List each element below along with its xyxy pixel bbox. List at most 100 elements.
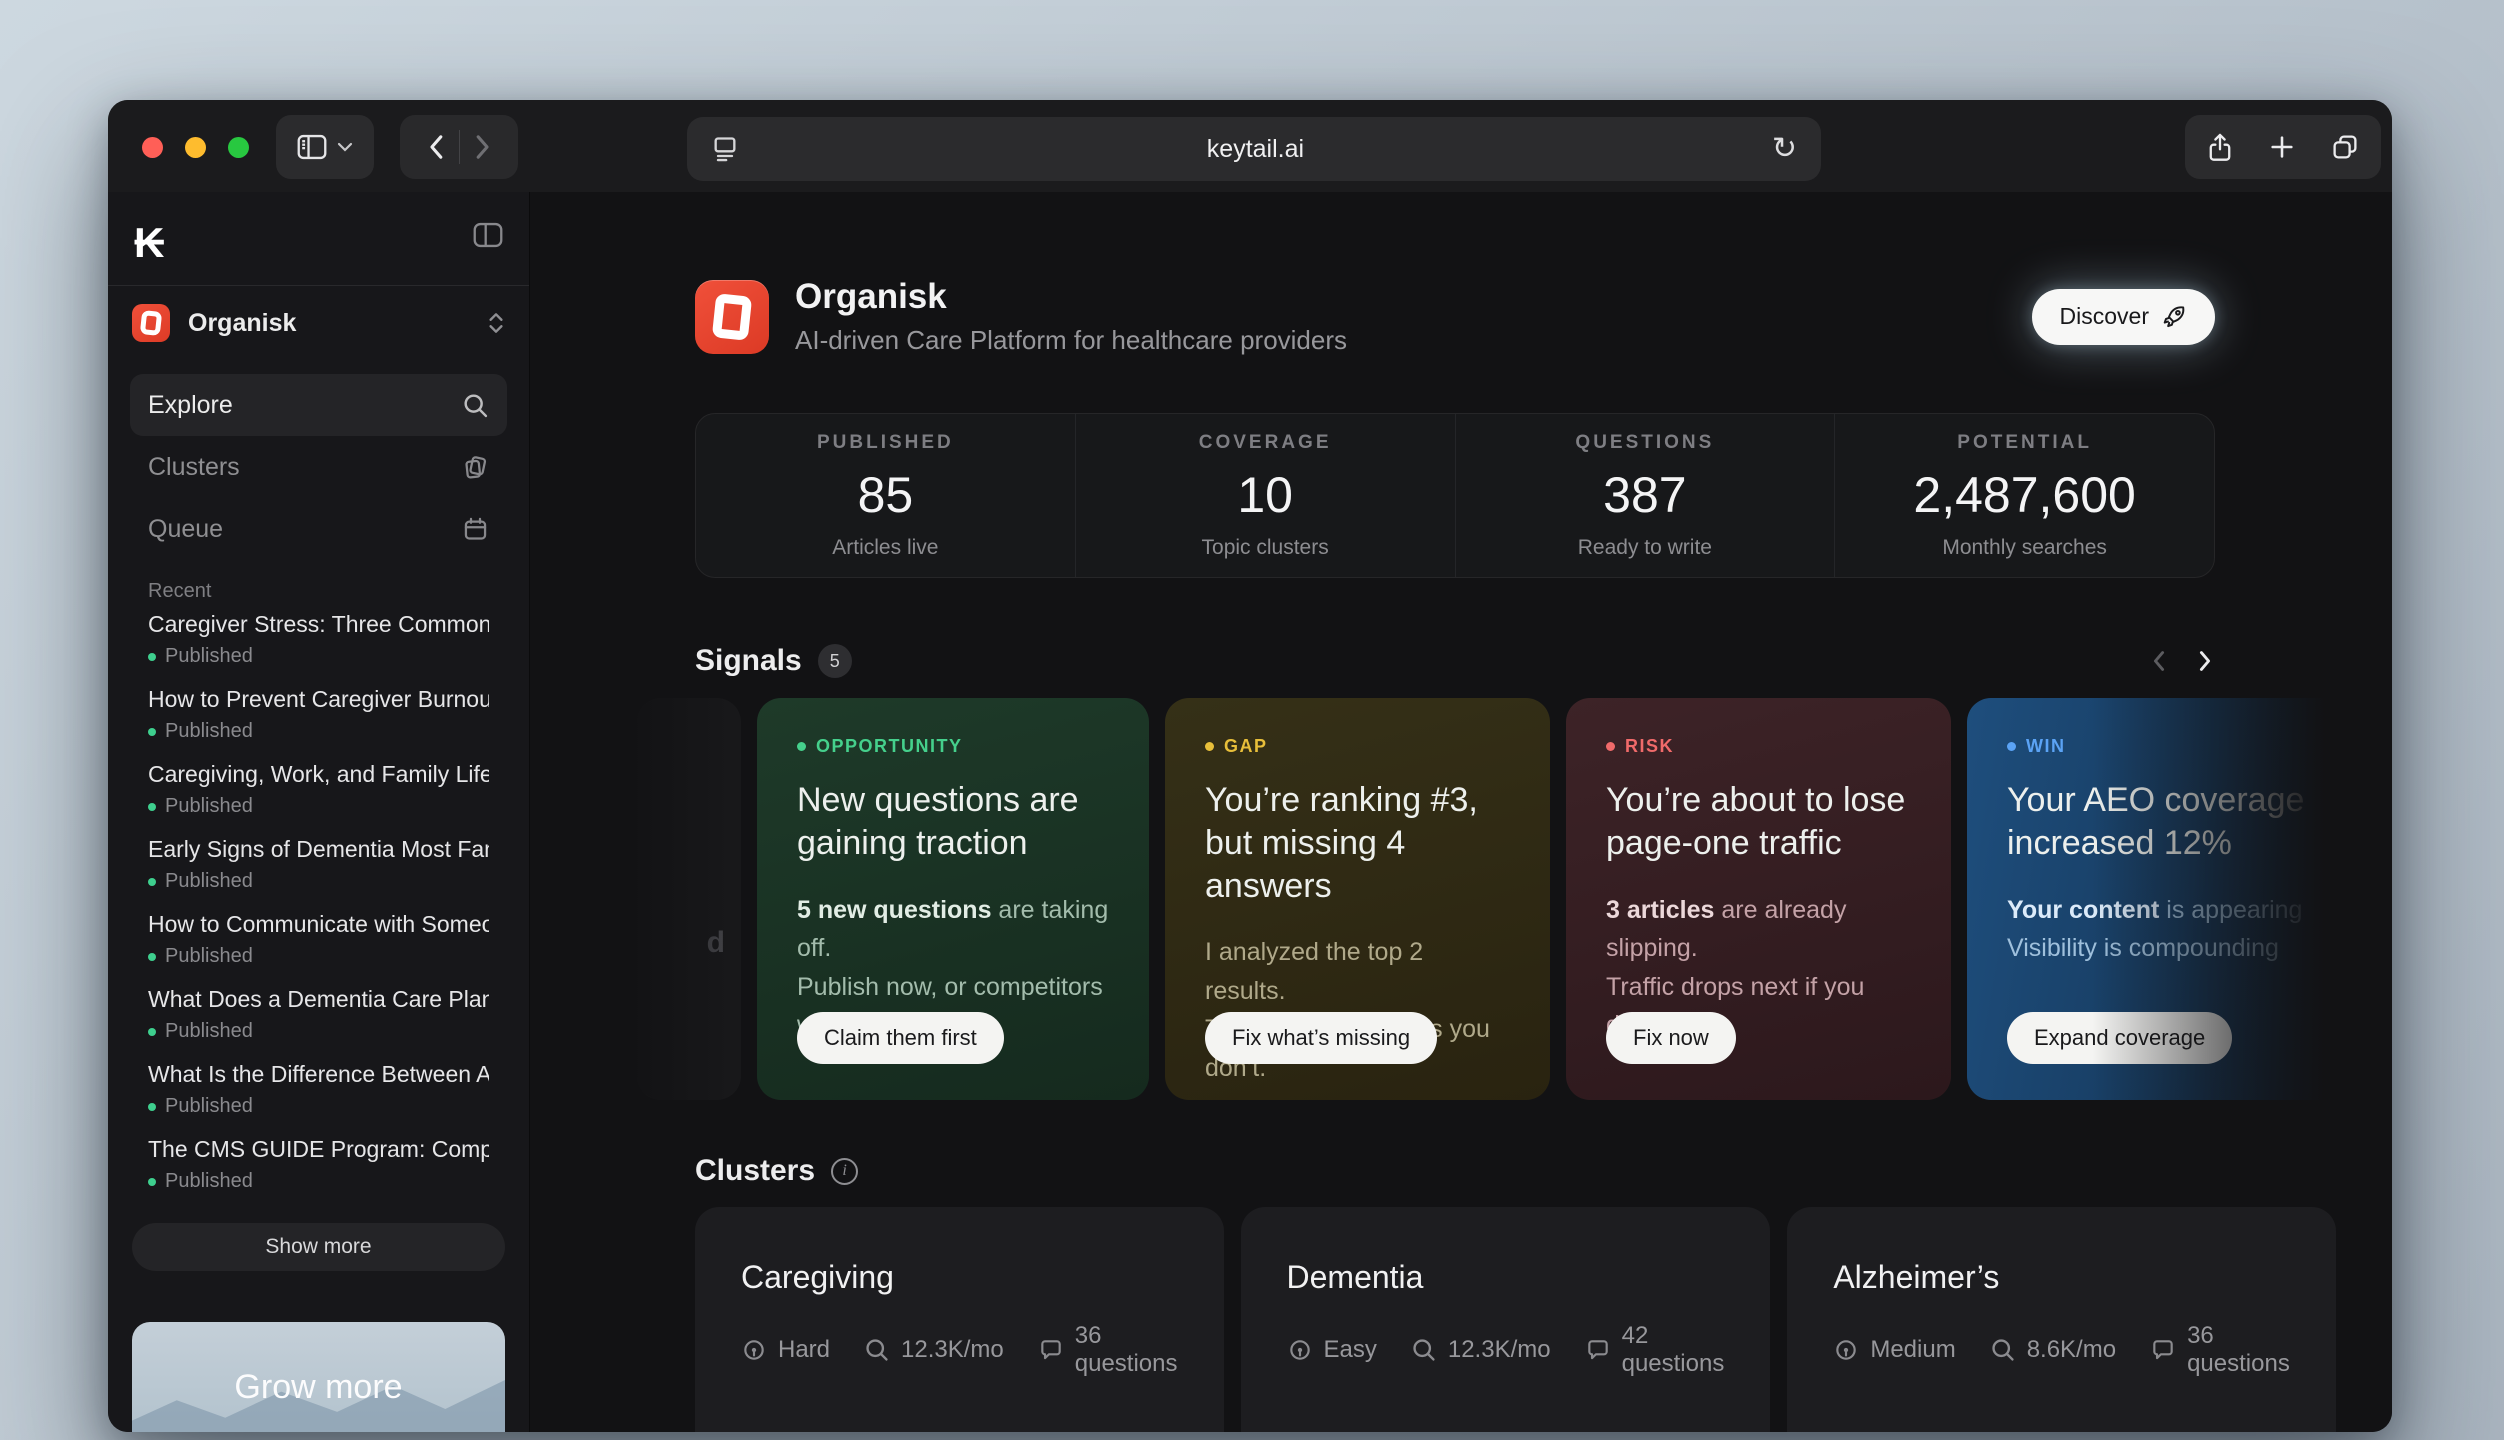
page-title: Organisk bbox=[795, 277, 2006, 317]
stat-coverage: COVERAGE 10 Topic clusters bbox=[1075, 414, 1455, 577]
show-more-button[interactable]: Show more bbox=[132, 1223, 505, 1271]
recent-item[interactable]: How to Prevent Caregiver Burnout... Publ… bbox=[108, 686, 529, 761]
sidebar-item-explore[interactable]: Explore bbox=[130, 374, 507, 436]
grow-more-card[interactable]: Grow more bbox=[132, 1322, 505, 1432]
signal-card-gap: GAP You’re ranking #3,but missing 4 answ… bbox=[1165, 698, 1550, 1100]
tag-dot bbox=[2007, 742, 2016, 751]
published-dot bbox=[148, 1103, 156, 1111]
info-icon[interactable]: i bbox=[831, 1158, 858, 1185]
recent-label: Recent bbox=[108, 580, 529, 603]
browser-window: keytail.ai ↻ bbox=[108, 100, 2392, 1432]
cluster-card-dementia[interactable]: Dementia Easy 12.3K bbox=[1241, 1207, 1771, 1432]
signal-body: I analyzed the top 2 results. They answe… bbox=[1205, 933, 1510, 1087]
discover-button[interactable]: Discover bbox=[2032, 289, 2215, 345]
stack-icon bbox=[462, 454, 489, 481]
search-volume-icon bbox=[864, 1337, 890, 1363]
tag-dot bbox=[1205, 742, 1214, 751]
forward-button[interactable] bbox=[470, 133, 494, 161]
tabs-overview-icon[interactable] bbox=[2330, 132, 2360, 162]
workspace-selector[interactable]: Organisk bbox=[108, 286, 529, 360]
recent-item[interactable]: The CMS GUIDE Program: Compre... Publish… bbox=[108, 1136, 529, 1211]
recent-item[interactable]: How to Communicate with Someon... Publis… bbox=[108, 911, 529, 986]
url-text[interactable]: keytail.ai bbox=[739, 135, 1772, 164]
grow-more-title: Grow more bbox=[132, 1368, 505, 1407]
minimize-button[interactable] bbox=[185, 137, 206, 158]
carousel-prev-icon[interactable] bbox=[2149, 649, 2169, 673]
stat-published: PUBLISHED 85 Articles live bbox=[696, 414, 1075, 577]
sidebar-toggle-button[interactable] bbox=[276, 115, 374, 179]
signal-card-partial[interactable]: d bbox=[637, 698, 741, 1100]
signal-body: Your content is appearing Visibility is … bbox=[2007, 891, 2323, 968]
recent-item[interactable]: Caregiver Stress: Three Common S... Publ… bbox=[108, 611, 529, 686]
sidebar-item-label: Queue bbox=[148, 515, 223, 544]
recent-item[interactable]: What Does a Dementia Care Plan A... Publ… bbox=[108, 986, 529, 1061]
published-dot bbox=[148, 953, 156, 961]
questions-text: 42 questions bbox=[1622, 1322, 1725, 1378]
signal-action-button[interactable]: Claim them first bbox=[797, 1012, 1004, 1064]
signal-action-button[interactable]: Expand coverage bbox=[2007, 1012, 2232, 1064]
desktop-wallpaper: keytail.ai ↻ bbox=[0, 0, 2504, 1440]
tag-dot bbox=[1606, 742, 1615, 751]
published-dot bbox=[148, 728, 156, 736]
browser-toolbar: keytail.ai ↻ bbox=[108, 100, 2392, 192]
chevron-down-icon bbox=[337, 142, 353, 152]
zoom-button[interactable] bbox=[228, 137, 249, 158]
signal-card-opportunity: OPPORTUNITY New questions aregaining tra… bbox=[757, 698, 1149, 1100]
signal-tag: OPPORTUNITY bbox=[816, 736, 963, 757]
reload-icon[interactable]: ↻ bbox=[1772, 134, 1797, 164]
volume-text: 12.3K/mo bbox=[1448, 1336, 1551, 1364]
close-button[interactable] bbox=[142, 137, 163, 158]
recent-item[interactable]: What Is the Difference Between Alz... Pu… bbox=[108, 1061, 529, 1136]
organisk-logo bbox=[695, 280, 769, 354]
sidebar-item-clusters[interactable]: Clusters bbox=[130, 436, 507, 498]
clusters-row: Caregiving Hard 12. bbox=[695, 1207, 2215, 1432]
signal-tag: WIN bbox=[2026, 736, 2066, 757]
sidebar-panel-icon bbox=[297, 134, 327, 160]
sidebar-item-label: Clusters bbox=[148, 453, 240, 482]
cluster-card-alzheimers[interactable]: Alzheimer’s Medium bbox=[1787, 1207, 2335, 1432]
page-header: Organisk AI-driven Care Platform for hea… bbox=[695, 277, 2215, 356]
published-dot bbox=[148, 653, 156, 661]
volume-text: 12.3K/mo bbox=[901, 1336, 1004, 1364]
back-button[interactable] bbox=[425, 133, 449, 161]
search-icon bbox=[462, 392, 489, 419]
address-bar[interactable]: keytail.ai ↻ bbox=[687, 117, 1821, 181]
collapse-sidebar-icon[interactable] bbox=[473, 222, 503, 248]
signal-action-button[interactable]: Fix what’s missing bbox=[1205, 1012, 1437, 1064]
stats-card: PUBLISHED 85 Articles live COVERAGE 10 T… bbox=[695, 413, 2215, 578]
traffic-lights bbox=[142, 137, 249, 158]
search-volume-icon bbox=[1411, 1337, 1437, 1363]
status-text: Published bbox=[165, 720, 253, 743]
published-dot bbox=[148, 878, 156, 886]
share-icon[interactable] bbox=[2206, 132, 2234, 162]
new-tab-icon[interactable] bbox=[2268, 133, 2296, 161]
search-volume-icon bbox=[1990, 1337, 2016, 1363]
toolbar-right-group bbox=[2185, 115, 2381, 179]
main-content: Organisk AI-driven Care Platform for hea… bbox=[530, 192, 2392, 1432]
workspace-name: Organisk bbox=[188, 309, 469, 338]
difficulty-gauge-icon bbox=[741, 1337, 767, 1363]
status-text: Published bbox=[165, 795, 253, 818]
signal-action-button[interactable]: Fix now bbox=[1606, 1012, 1736, 1064]
page-subtitle: AI-driven Care Platform for healthcare p… bbox=[795, 325, 2006, 356]
cluster-card-caregiving[interactable]: Caregiving Hard 12. bbox=[695, 1207, 1224, 1432]
chevron-up-down-icon bbox=[487, 310, 505, 336]
questions-bubble-icon bbox=[1038, 1337, 1064, 1363]
page-settings-icon[interactable] bbox=[711, 135, 739, 163]
recent-item[interactable]: Caregiving, Work, and Family Life: F... … bbox=[108, 761, 529, 836]
status-text: Published bbox=[165, 1170, 253, 1193]
signal-title: Your AEO coverageincreased 12% bbox=[2007, 779, 2323, 865]
status-text: Published bbox=[165, 645, 253, 668]
sidebar-item-queue[interactable]: Queue bbox=[130, 498, 507, 560]
signal-card-risk: RISK You’re about to losepage-one traffi… bbox=[1566, 698, 1951, 1100]
signals-title: Signals bbox=[695, 644, 802, 678]
status-text: Published bbox=[165, 1020, 253, 1043]
difficulty-text: Hard bbox=[778, 1336, 830, 1364]
volume-text: 8.6K/mo bbox=[2027, 1336, 2116, 1364]
difficulty-text: Easy bbox=[1324, 1336, 1377, 1364]
signals-carousel: d OPPORTUNITY New questions aregaining t… bbox=[695, 698, 2392, 1100]
published-dot bbox=[148, 1028, 156, 1036]
recent-item[interactable]: Early Signs of Dementia Most Famil... Pu… bbox=[108, 836, 529, 911]
carousel-next-icon[interactable] bbox=[2195, 649, 2215, 673]
signal-tag: RISK bbox=[1625, 736, 1674, 757]
